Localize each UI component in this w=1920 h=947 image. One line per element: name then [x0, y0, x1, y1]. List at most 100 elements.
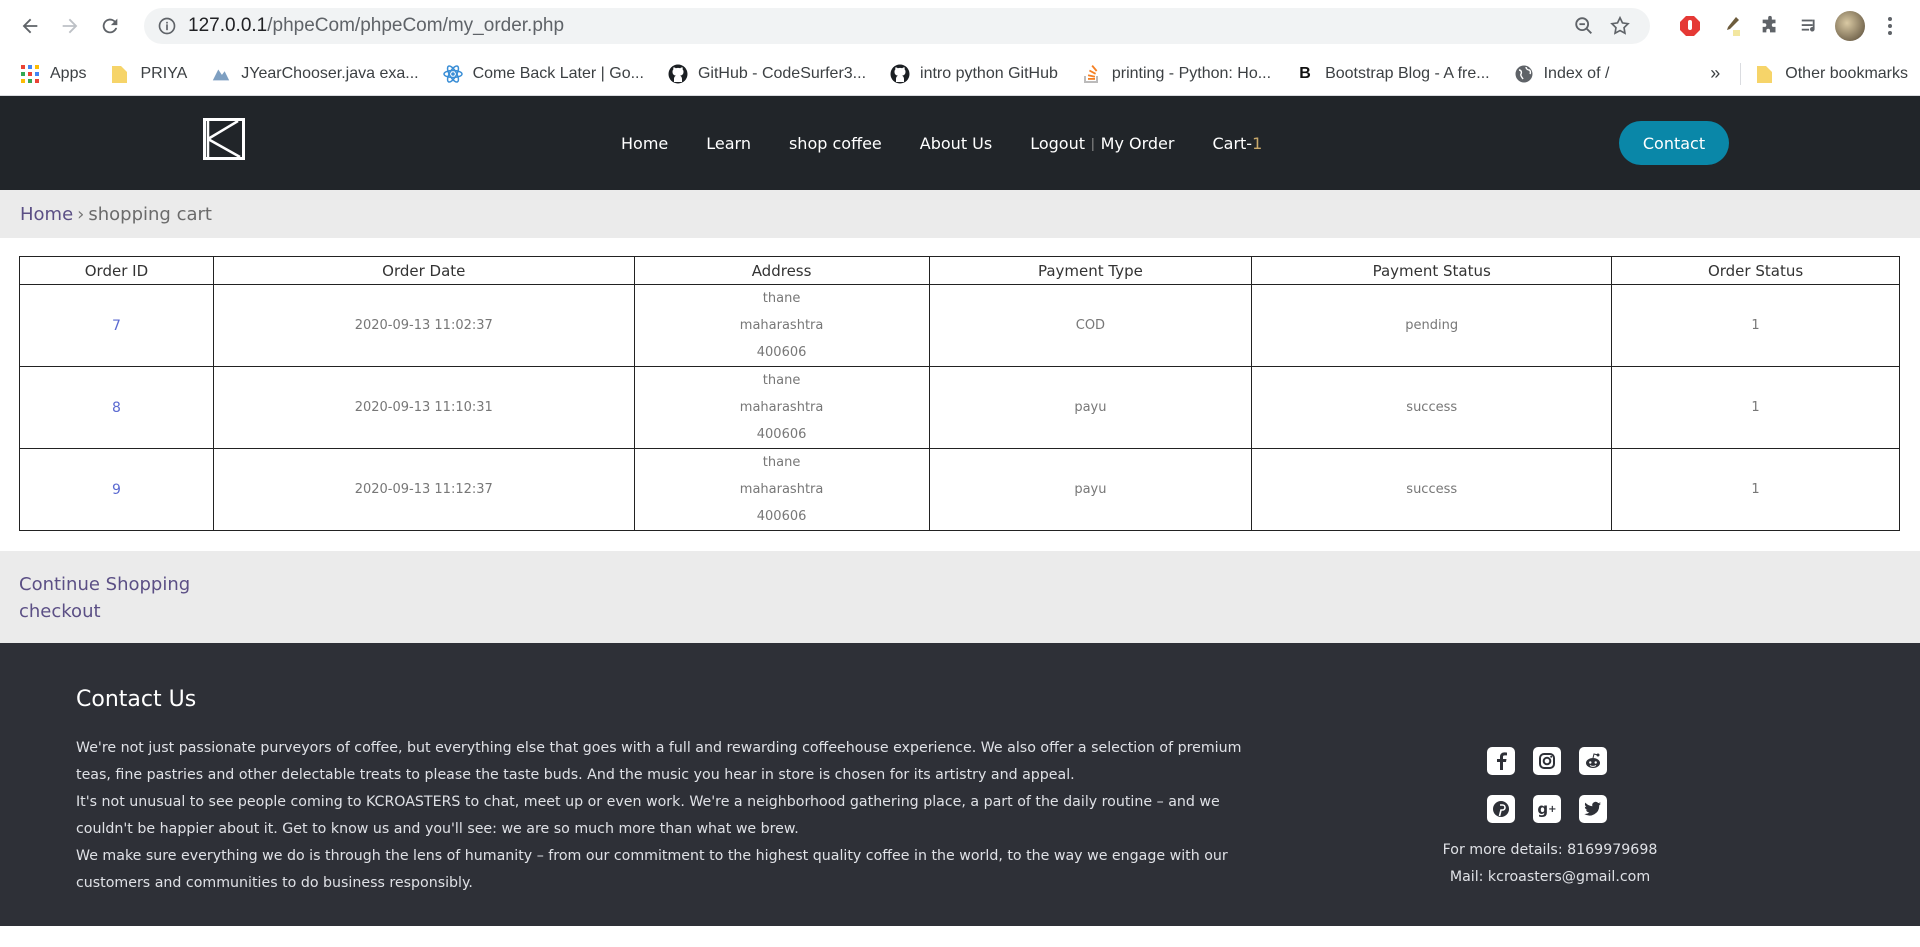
nav-my-order[interactable]: My Order — [1101, 134, 1175, 153]
github-icon — [890, 64, 910, 84]
orders-table: Order ID Order Date Address Payment Type… — [19, 256, 1900, 531]
back-arrow-icon — [22, 18, 38, 34]
breadcrumb: Home › shopping cart — [0, 190, 1920, 238]
footer-paragraph: We make sure everything we do is through… — [76, 848, 1228, 891]
facebook-icon[interactable] — [1487, 747, 1515, 775]
bookmark-label: printing - Python: Ho... — [1111, 64, 1272, 82]
site-logo[interactable] — [203, 118, 245, 160]
site-icon — [211, 64, 231, 84]
order-id-link[interactable]: 8 — [19, 366, 214, 449]
nav-logout[interactable]: Logout — [1030, 134, 1085, 153]
nav-shop-coffee[interactable]: shop coffee — [789, 134, 882, 153]
adblock-extension-icon[interactable] — [1672, 8, 1708, 44]
payment-status: pending — [1251, 284, 1613, 367]
nav-cart[interactable]: Cart-1 — [1212, 134, 1262, 153]
browser-menu-icon[interactable] — [1872, 8, 1908, 44]
cart-count-badge: 1 — [1252, 133, 1263, 153]
social-links: g + — [1487, 747, 1607, 843]
footer-paragraph: We're not just passionate purveyors of c… — [76, 740, 1242, 783]
breadcrumb-current: shopping cart — [88, 203, 212, 225]
order-status: 1 — [1611, 448, 1900, 531]
browser-toolbar: 127.0.0.1/phpeCom/phpeCom/my_order.php — [0, 0, 1920, 52]
github-icon — [668, 64, 688, 84]
address-state: maharashtra — [739, 482, 824, 497]
order-address: thane maharashtra 400606 — [633, 366, 930, 449]
address-city: thane — [762, 455, 801, 470]
footer-mail[interactable]: Mail: kcroasters@gmail.com — [1400, 864, 1700, 891]
breadcrumb-separator: › — [77, 203, 85, 225]
nav-home[interactable]: Home — [621, 134, 668, 153]
bookmark-label: JYearChooser.java exa... — [241, 64, 419, 82]
bookmark-index-of[interactable]: Index of / — [1514, 64, 1609, 84]
bookmarks-overflow-button[interactable]: » — [1710, 63, 1720, 84]
bookmark-star-icon[interactable] — [1602, 11, 1638, 41]
profile-avatar[interactable] — [1832, 8, 1868, 44]
table-row: 9 2020-09-13 11:12:37 thane maharashtra … — [19, 448, 1900, 531]
color-picker-extension-icon[interactable] — [1712, 8, 1748, 44]
bookmark-other-bookmarks[interactable]: Other bookmarks — [1755, 64, 1908, 84]
column-header-order-status: Order Status — [1611, 256, 1900, 285]
bookmark-bootstrap-blog[interactable]: B Bootstrap Blog - A fre... — [1295, 64, 1490, 84]
bookmarks-bar: Apps PRIYA JYearChooser.java exa... Come… — [0, 52, 1920, 96]
nav-about-us[interactable]: About Us — [920, 134, 992, 153]
reload-button[interactable] — [92, 8, 128, 44]
column-header-order-id: Order ID — [19, 256, 214, 285]
footer-contact-details: For more details: 8169979698 Mail: kcroa… — [1400, 837, 1700, 891]
bookmark-priya[interactable]: PRIYA — [110, 64, 187, 84]
bookmark-label: Bootstrap Blog - A fre... — [1325, 64, 1490, 82]
bookmark-label: PRIYA — [140, 64, 188, 82]
address-pincode: 400606 — [756, 509, 807, 524]
twitter-icon[interactable] — [1579, 795, 1607, 823]
url-text[interactable]: 127.0.0.1/phpeCom/phpeCom/my_order.php — [188, 15, 1566, 37]
column-header-order-date: Order Date — [212, 256, 635, 285]
reload-icon — [102, 18, 118, 34]
payment-type: payu — [928, 366, 1253, 449]
footer-phone: For more details: 8169979698 — [1442, 842, 1658, 858]
order-id-link[interactable]: 7 — [19, 284, 214, 367]
extensions-puzzle-icon[interactable] — [1752, 8, 1788, 44]
orders-section: Order ID Order Date Address Payment Type… — [0, 238, 1920, 551]
order-date: 2020-09-13 11:02:37 — [212, 284, 635, 367]
nav-learn[interactable]: Learn — [706, 134, 751, 153]
back-button[interactable] — [12, 8, 48, 44]
forward-button[interactable] — [52, 8, 88, 44]
google-plus-icon[interactable]: g + — [1533, 795, 1561, 823]
bookmark-jyearchooser[interactable]: JYearChooser.java exa... — [211, 64, 419, 84]
address-state: maharashtra — [739, 318, 824, 333]
continue-shopping-link[interactable]: Continue Shopping — [19, 571, 1901, 598]
site-footer: Contact Us We're not just passionate pur… — [0, 643, 1920, 926]
footer-paragraph: It's not unusual to see people coming to… — [76, 794, 1220, 837]
bookmark-label: GitHub - CodeSurfer3... — [697, 64, 867, 82]
contact-button[interactable]: Contact — [1619, 121, 1729, 165]
breadcrumb-home-link[interactable]: Home — [20, 204, 73, 225]
folder-icon — [110, 64, 130, 84]
reddit-icon[interactable] — [1579, 747, 1607, 775]
stackoverflow-icon — [1082, 64, 1102, 84]
bookmarks-divider — [1740, 62, 1742, 85]
apps-grid-icon — [20, 64, 40, 84]
social-row — [1487, 747, 1607, 775]
bookmark-come-back-later[interactable]: Come Back Later | Go... — [442, 64, 644, 84]
bookmark-apps[interactable]: Apps — [20, 64, 86, 84]
payment-status: success — [1251, 366, 1613, 449]
order-id-link[interactable]: 9 — [19, 448, 214, 531]
address-city: thane — [762, 373, 801, 388]
media-queue-icon[interactable] — [1792, 8, 1828, 44]
avatar — [1835, 11, 1865, 41]
pinterest-icon[interactable] — [1487, 795, 1515, 823]
forward-arrow-icon — [62, 18, 78, 34]
footer-title: Contact Us — [76, 687, 197, 712]
instagram-icon[interactable] — [1533, 747, 1561, 775]
zoom-icon[interactable] — [1566, 11, 1602, 41]
address-pincode: 400606 — [756, 427, 807, 442]
bookmark-printing-python[interactable]: printing - Python: Ho... — [1082, 64, 1271, 84]
folder-icon — [1755, 64, 1775, 84]
address-bar[interactable]: 127.0.0.1/phpeCom/phpeCom/my_order.php — [144, 8, 1650, 44]
address-city: thane — [762, 291, 801, 306]
main-nav: Home Learn shop coffee About Us Logout |… — [621, 96, 1262, 190]
bookmark-github-codesurfer[interactable]: GitHub - CodeSurfer3... — [668, 64, 866, 84]
checkout-link[interactable]: checkout — [19, 598, 1901, 625]
react-icon — [442, 64, 463, 84]
bookmark-intro-python[interactable]: intro python GitHub — [890, 64, 1058, 84]
site-info-icon[interactable] — [156, 15, 178, 37]
